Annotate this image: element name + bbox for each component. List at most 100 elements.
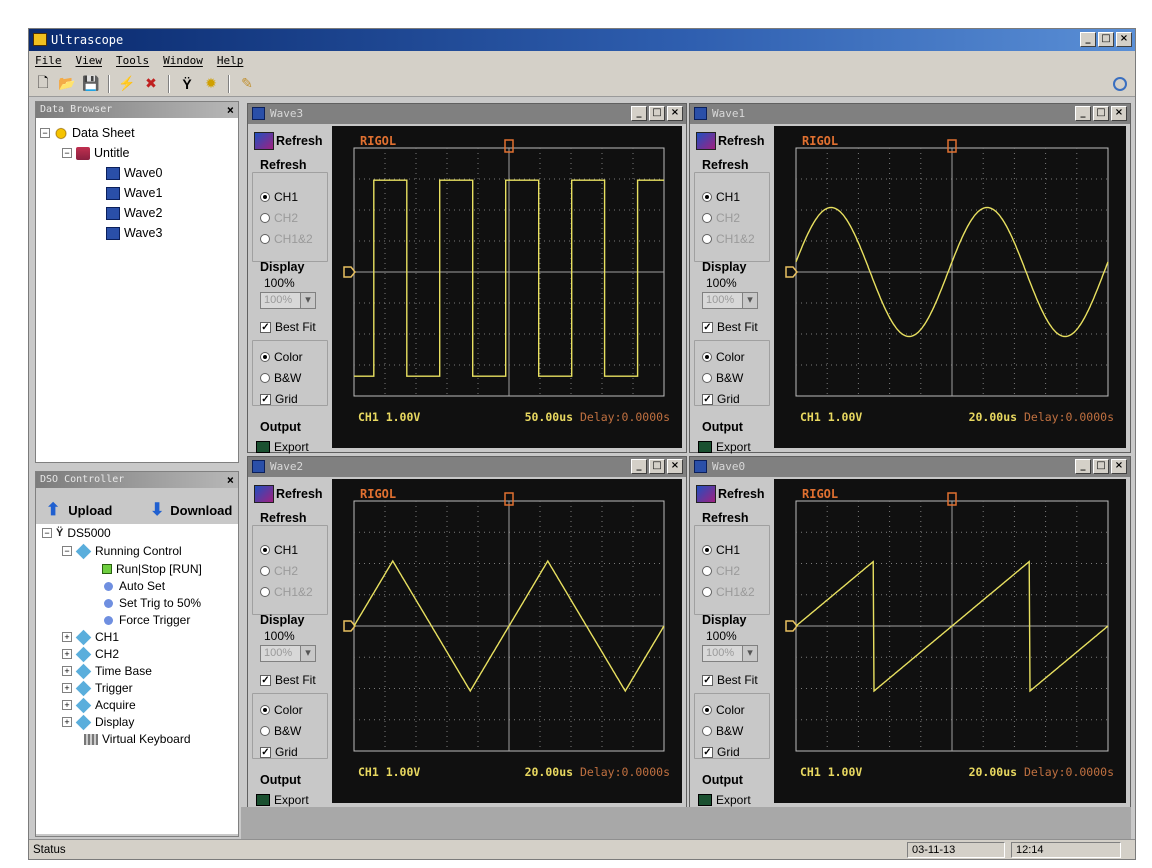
bw-radio[interactable]: B&W xyxy=(702,371,743,385)
bw-radio[interactable]: B&W xyxy=(260,371,301,385)
menu-file[interactable]: File xyxy=(35,51,62,71)
tree-node-run-stop[interactable]: Run|Stop [RUN] xyxy=(102,562,202,576)
color-radio[interactable]: Color xyxy=(702,350,745,364)
wave-window-wave3[interactable]: Wave3 _ □ × Refresh Refresh CH1 CH2 CH1&… xyxy=(247,103,687,454)
export-button[interactable]: Export xyxy=(256,793,309,807)
checkbox-checked[interactable]: ✓ xyxy=(260,393,271,405)
zoom-select[interactable]: 100% xyxy=(260,292,316,309)
minimize-button[interactable]: _ xyxy=(1080,32,1096,47)
antenna-icon[interactable]: Ϋ xyxy=(177,74,197,94)
bw-radio[interactable]: B&W xyxy=(260,724,301,738)
close-button[interactable]: × xyxy=(667,459,683,474)
tree-node-running-control[interactable]: − Running Control xyxy=(62,543,182,559)
collapse-icon[interactable]: − xyxy=(42,528,52,538)
ch2-radio[interactable]: CH2 xyxy=(702,564,740,578)
menu-view[interactable]: View xyxy=(76,51,103,71)
maximize-button[interactable]: □ xyxy=(1098,32,1114,47)
close-button[interactable]: × xyxy=(1111,459,1127,474)
refresh-button[interactable]: Refresh xyxy=(254,485,323,503)
menu-window[interactable]: Window xyxy=(163,51,203,71)
tree-node-data-sheet[interactable]: − Data Sheet xyxy=(40,126,135,140)
expand-icon[interactable]: + xyxy=(62,717,72,727)
tree-node-set-trig[interactable]: Set Trig to 50% xyxy=(102,596,201,610)
ch2-radio[interactable]: CH2 xyxy=(260,211,298,225)
save-icon[interactable]: 💾 xyxy=(81,74,101,94)
disconnect-icon[interactable]: ✖ xyxy=(141,74,161,94)
tree-node-ch1[interactable]: + CH1 xyxy=(62,629,119,645)
radio[interactable] xyxy=(702,587,712,597)
tree-node-wave1[interactable]: Wave1 xyxy=(106,186,162,200)
radio-selected[interactable] xyxy=(260,705,270,715)
ch1ch2-radio[interactable]: CH1&2 xyxy=(260,585,313,599)
best-fit-checkbox[interactable]: ✓ Best Fit xyxy=(260,320,316,334)
tree-node-wave0[interactable]: Wave0 xyxy=(106,166,162,180)
minimize-button[interactable]: _ xyxy=(1075,106,1091,121)
checkbox-checked[interactable]: ✓ xyxy=(260,746,271,758)
ch1-radio[interactable]: CH1 xyxy=(702,190,740,204)
new-file-icon[interactable]: 🗋 xyxy=(33,74,53,94)
bw-radio[interactable]: B&W xyxy=(702,724,743,738)
checkbox-checked[interactable]: ✓ xyxy=(702,674,713,686)
dso-controller-close-icon[interactable]: × xyxy=(227,472,234,488)
ch1-radio[interactable]: CH1 xyxy=(702,543,740,557)
radio[interactable] xyxy=(260,213,270,223)
ch1ch2-radio[interactable]: CH1&2 xyxy=(702,585,755,599)
best-fit-checkbox[interactable]: ✓ Best Fit xyxy=(702,673,758,687)
export-button[interactable]: Export xyxy=(698,793,751,807)
tree-node-untitle[interactable]: − Untitle xyxy=(62,146,129,160)
ch1-radio[interactable]: CH1 xyxy=(260,190,298,204)
radio-selected[interactable] xyxy=(702,352,712,362)
menu-tools[interactable]: Tools xyxy=(116,51,149,71)
data-browser-close-icon[interactable]: × xyxy=(227,102,234,118)
checkbox-checked[interactable]: ✓ xyxy=(702,321,713,333)
radio[interactable] xyxy=(702,234,712,244)
checkbox-checked[interactable]: ✓ xyxy=(260,321,271,333)
expand-icon[interactable]: + xyxy=(62,683,72,693)
expand-icon[interactable]: + xyxy=(62,649,72,659)
refresh-button[interactable]: Refresh xyxy=(696,485,765,503)
close-button[interactable]: × xyxy=(1111,106,1127,121)
export-button[interactable]: Export xyxy=(256,440,309,454)
expand-icon[interactable]: + xyxy=(62,666,72,676)
collapse-icon[interactable]: − xyxy=(40,128,50,138)
tree-node-wave2[interactable]: Wave2 xyxy=(106,206,162,220)
open-folder-icon[interactable]: 📂 xyxy=(57,74,77,94)
color-radio[interactable]: Color xyxy=(702,703,745,717)
grid-checkbox[interactable]: ✓ Grid xyxy=(702,392,740,406)
best-fit-checkbox[interactable]: ✓ Best Fit xyxy=(260,673,316,687)
expand-icon[interactable]: + xyxy=(62,700,72,710)
collapse-icon[interactable]: − xyxy=(62,148,72,158)
checkbox-checked[interactable]: ✓ xyxy=(702,393,713,405)
export-button[interactable]: Export xyxy=(698,440,751,454)
tree-node-virtual-keyboard[interactable]: Virtual Keyboard xyxy=(84,732,191,746)
expand-icon[interactable]: + xyxy=(62,632,72,642)
ch2-radio[interactable]: CH2 xyxy=(260,564,298,578)
gear-icon[interactable]: ✹ xyxy=(201,74,221,94)
close-button[interactable]: × xyxy=(667,106,683,121)
close-button[interactable]: × xyxy=(1116,32,1132,47)
tree-node-wave3[interactable]: Wave3 xyxy=(106,226,162,240)
connect-icon[interactable]: ⚡ xyxy=(117,74,137,94)
grid-checkbox[interactable]: ✓ Grid xyxy=(260,745,298,759)
grid-checkbox[interactable]: ✓ Grid xyxy=(702,745,740,759)
upload-button[interactable]: ⬆ Upload xyxy=(46,500,112,520)
collapse-icon[interactable]: − xyxy=(62,546,72,556)
radio[interactable] xyxy=(260,373,270,383)
zoom-select[interactable]: 100% xyxy=(260,645,316,662)
tree-node-trigger[interactable]: + Trigger xyxy=(62,680,133,696)
radio[interactable] xyxy=(702,566,712,576)
ch1ch2-radio[interactable]: CH1&2 xyxy=(702,232,755,246)
tree-node-auto-set[interactable]: Auto Set xyxy=(102,579,165,593)
refresh-button[interactable]: Refresh xyxy=(696,132,765,150)
download-button[interactable]: ⬇ Download xyxy=(150,500,232,520)
radio[interactable] xyxy=(702,726,712,736)
wave-window-titlebar[interactable]: Wave1 _ □ × xyxy=(690,104,1130,124)
radio-selected[interactable] xyxy=(260,545,270,555)
zoom-select[interactable]: 100% xyxy=(702,292,758,309)
wave-window-wave2[interactable]: Wave2 _ □ × Refresh Refresh CH1 CH2 CH1&… xyxy=(247,456,687,808)
minimize-button[interactable]: _ xyxy=(631,459,647,474)
radio-selected[interactable] xyxy=(702,545,712,555)
refresh-button[interactable]: Refresh xyxy=(254,132,323,150)
tree-node-display[interactable]: + Display xyxy=(62,714,134,730)
radio-selected[interactable] xyxy=(260,352,270,362)
